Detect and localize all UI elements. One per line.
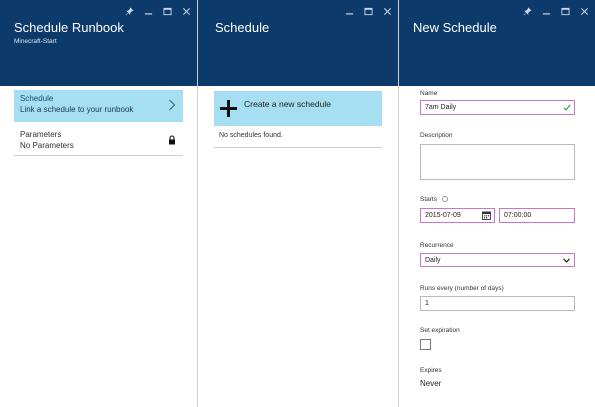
- maximize-icon[interactable]: [363, 6, 373, 16]
- set-expiration-checkbox[interactable]: [420, 339, 431, 350]
- parameters-item[interactable]: Parameters No Parameters: [14, 126, 183, 156]
- blade-controls: [522, 6, 589, 16]
- blade-title: Schedule: [215, 20, 270, 35]
- blade-header: New Schedule: [399, 0, 595, 86]
- pin-icon[interactable]: [124, 6, 134, 16]
- blade-title: New Schedule: [413, 20, 497, 35]
- blade-controls: [344, 6, 392, 16]
- description-label: Description: [420, 132, 453, 139]
- pin-icon[interactable]: [522, 6, 532, 16]
- close-icon[interactable]: [579, 6, 589, 16]
- parameters-item-label: Parameters: [20, 130, 62, 139]
- chevron-down-icon: [563, 258, 570, 263]
- name-value: 7am Daily: [425, 104, 457, 111]
- runs-every-field[interactable]: 1: [420, 296, 575, 311]
- blade-subtitle: Minecraft-Start: [14, 38, 57, 45]
- minimize-icon[interactable]: [143, 6, 153, 16]
- calendar-icon[interactable]: [482, 211, 491, 220]
- start-date-value: 2015-07-09: [425, 212, 461, 219]
- starts-label-wrap: Starts: [420, 196, 448, 203]
- expires-value: Never: [420, 379, 442, 388]
- recurrence-label: Recurrence: [420, 242, 454, 249]
- blade-header: Schedule: [198, 0, 398, 86]
- schedule-blade: Schedule Create a new schedule No schedu…: [197, 0, 398, 407]
- empty-state-text: No schedules found.: [219, 132, 283, 139]
- close-icon[interactable]: [181, 6, 191, 16]
- lock-icon: [169, 135, 175, 145]
- minimize-icon[interactable]: [344, 6, 354, 16]
- info-icon[interactable]: [441, 196, 448, 203]
- schedule-runbook-blade: Schedule Runbook Minecraft-Start Schedul…: [0, 0, 197, 407]
- chevron-right-icon: [169, 99, 176, 111]
- blade-title: Schedule Runbook: [14, 20, 124, 35]
- description-field[interactable]: [420, 144, 575, 180]
- schedule-link-item[interactable]: Schedule Link a schedule to your runbook: [14, 90, 183, 122]
- runs-every-value: 1: [425, 300, 429, 307]
- plus-icon: [220, 100, 237, 117]
- minimize-icon[interactable]: [541, 6, 551, 16]
- start-time-value: 07:00:00: [504, 212, 532, 219]
- blade-header: Schedule Runbook Minecraft-Start: [0, 0, 197, 86]
- schedule-item-label: Schedule: [20, 94, 54, 103]
- start-time-field[interactable]: 07:00:00: [499, 208, 575, 223]
- new-schedule-blade: New Schedule Name 7am Daily Description …: [398, 0, 595, 407]
- checkmark-icon: [563, 104, 571, 111]
- recurrence-select[interactable]: Daily: [420, 253, 575, 267]
- divider: [214, 147, 382, 148]
- runs-every-label: Runs every (number of days): [420, 285, 504, 292]
- blade-controls: [124, 6, 191, 16]
- create-schedule-label: Create a new schedule: [244, 99, 331, 109]
- schedule-item-sublabel: Link a schedule to your runbook: [20, 105, 134, 114]
- name-field[interactable]: 7am Daily: [420, 100, 575, 115]
- set-expiration-label: Set expiration: [420, 327, 460, 334]
- expires-label: Expires: [420, 367, 442, 374]
- maximize-icon[interactable]: [162, 6, 172, 16]
- maximize-icon[interactable]: [560, 6, 570, 16]
- parameters-item-sublabel: No Parameters: [20, 141, 74, 150]
- recurrence-value: Daily: [425, 256, 441, 264]
- name-label: Name: [420, 90, 438, 97]
- close-icon[interactable]: [382, 6, 392, 16]
- starts-label: Starts: [420, 196, 437, 203]
- start-date-field[interactable]: 2015-07-09: [420, 208, 495, 223]
- create-schedule-button[interactable]: Create a new schedule: [214, 91, 382, 126]
